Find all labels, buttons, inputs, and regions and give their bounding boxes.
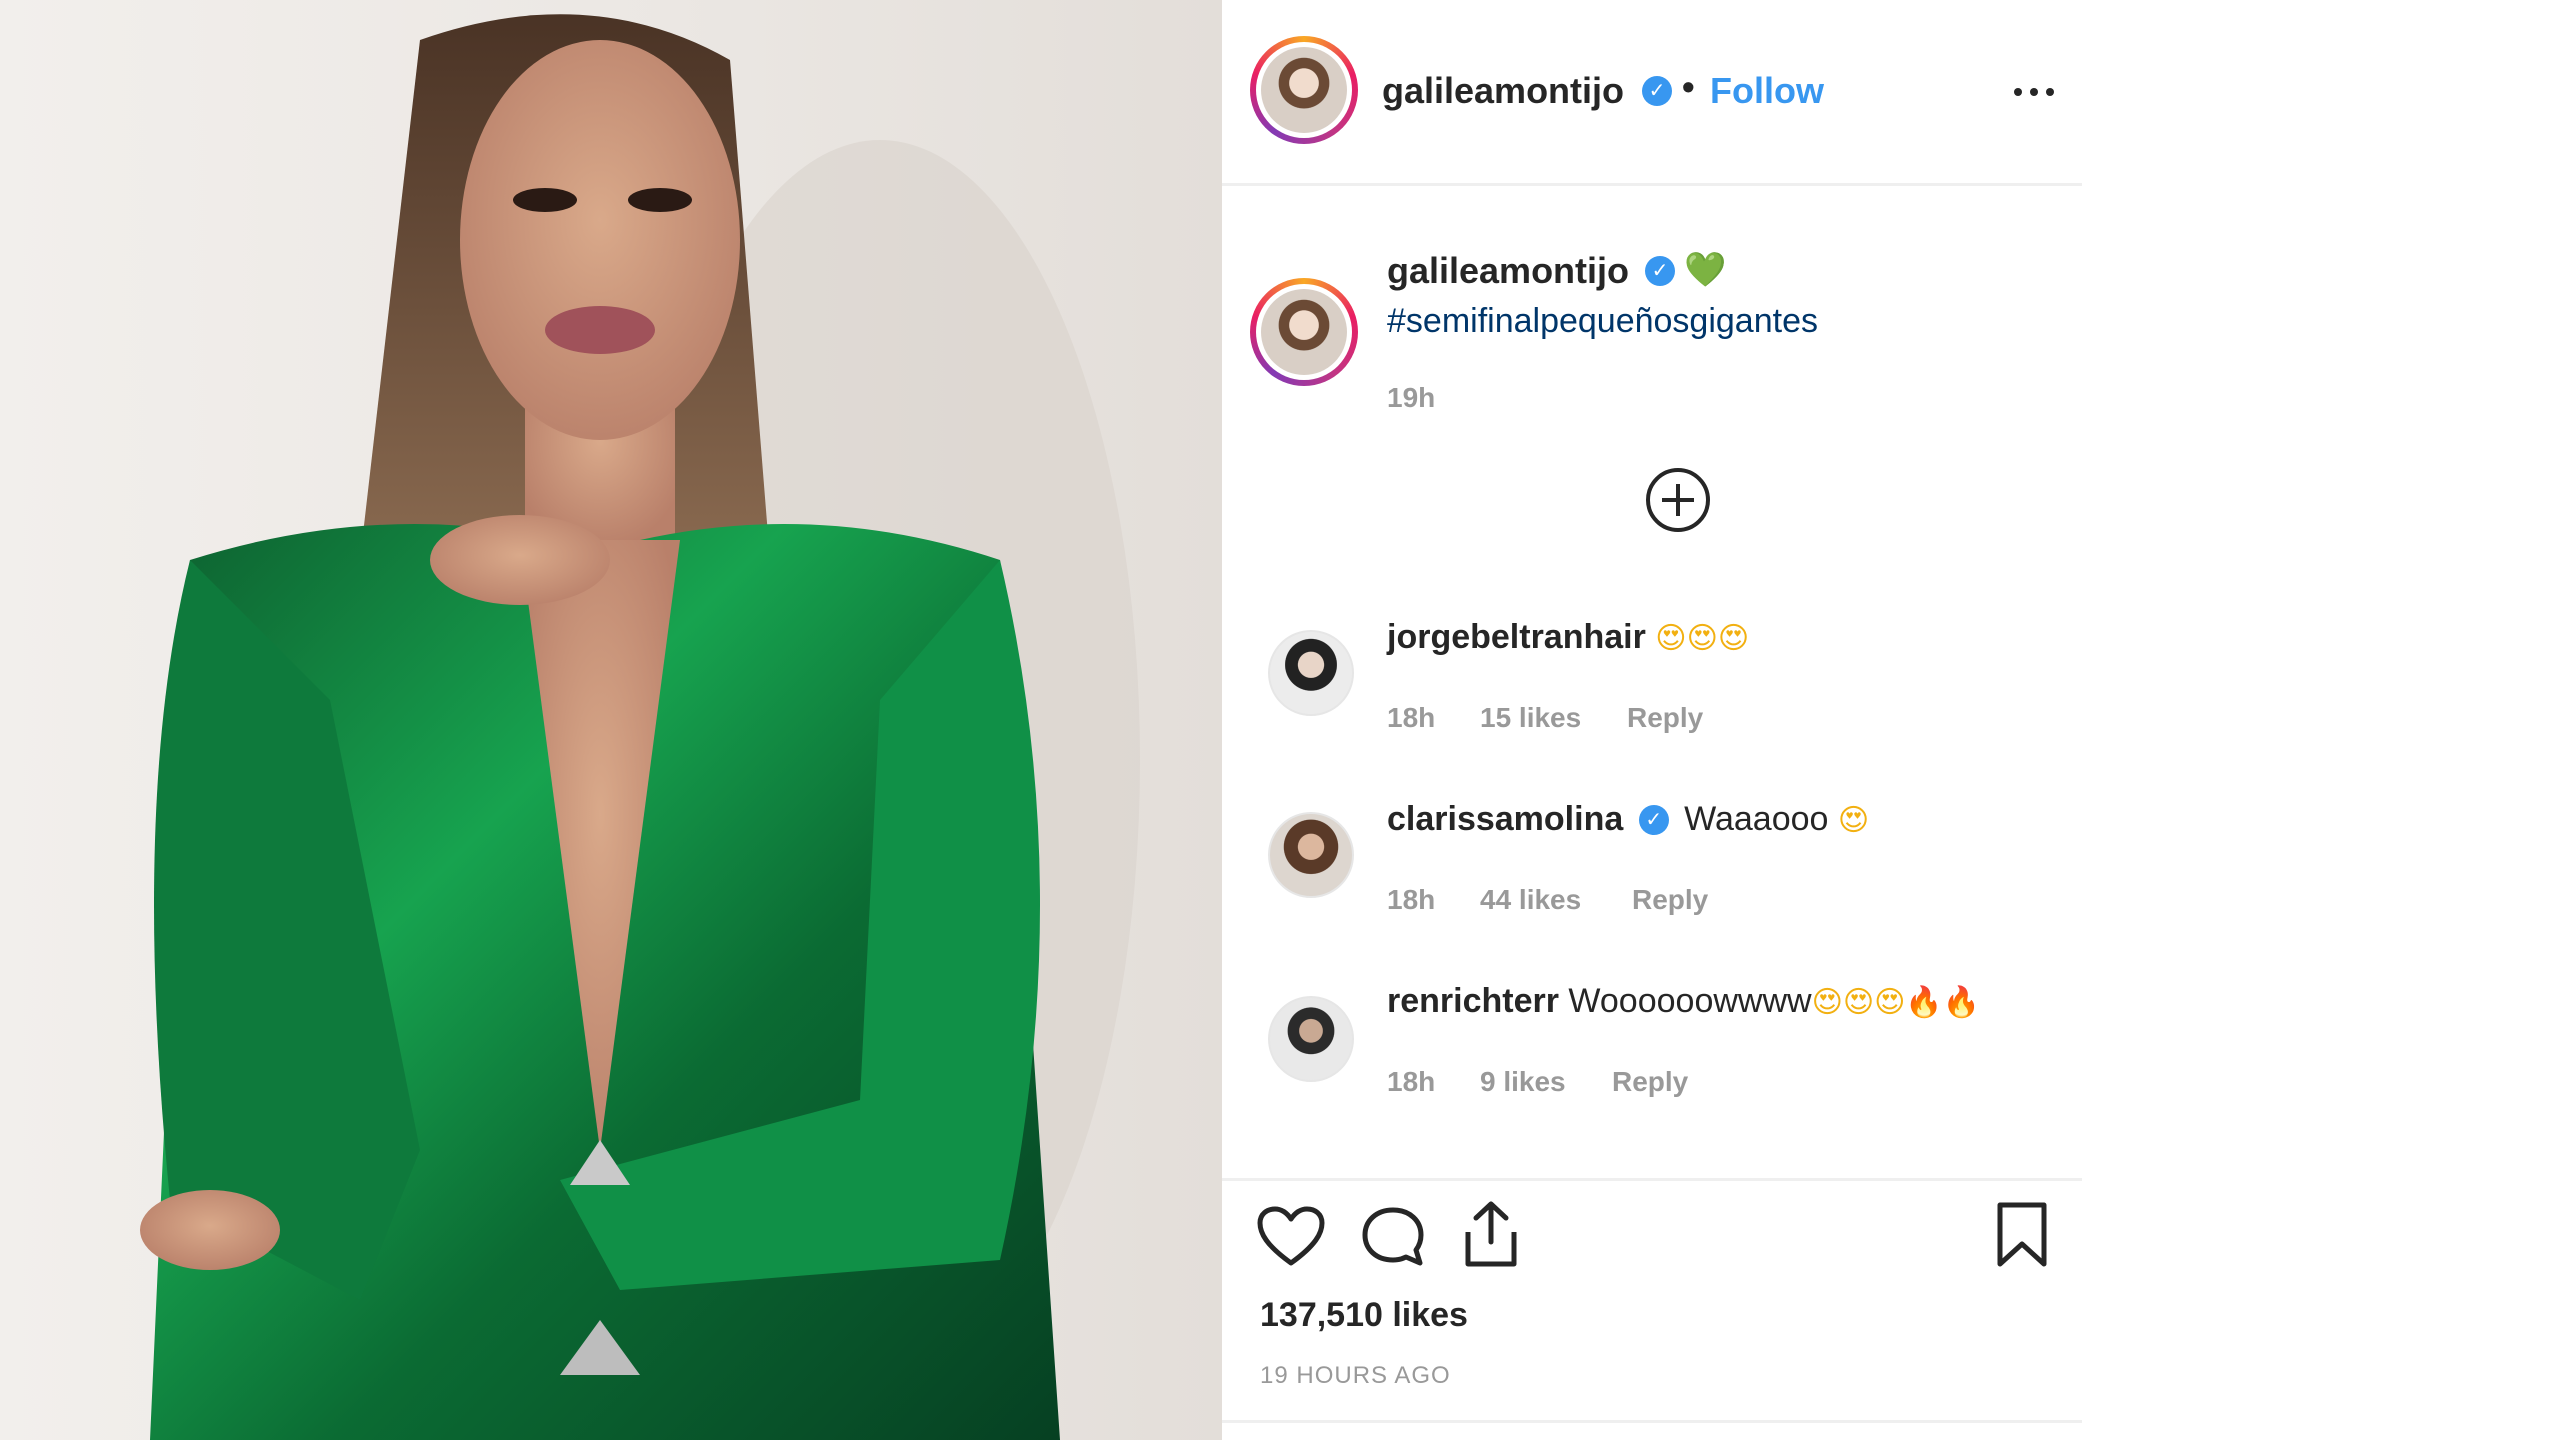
emoji: 😍😍😍: [1655, 621, 1750, 656]
fire-emoji: 🔥🔥: [1905, 985, 1981, 1020]
reply-button[interactable]: Reply: [1632, 884, 1708, 916]
likes-count[interactable]: 137,510 likes: [1260, 1296, 1468, 1335]
comment-likes[interactable]: 44 likes: [1480, 884, 1581, 916]
comment-body: Woooooowwww: [1568, 982, 1812, 1020]
comment-likes[interactable]: 9 likes: [1480, 1066, 1566, 1098]
divider: [1222, 1178, 2082, 1181]
comment-time: 18h: [1387, 884, 1436, 915]
commenter-avatar[interactable]: [1268, 630, 1354, 716]
comment-1-text: jorgebeltranhair 😍😍😍: [1387, 618, 1749, 657]
commenter-username[interactable]: clarissamolina: [1387, 800, 1623, 838]
comment-icon[interactable]: [1360, 1205, 1426, 1269]
separator: •: [1682, 66, 1695, 107]
comment-time: 18h: [1387, 702, 1436, 733]
author-avatar[interactable]: [1250, 36, 1358, 144]
commenter-avatar[interactable]: [1268, 996, 1354, 1082]
green-heart-emoji: 💚: [1684, 250, 1727, 290]
caption-username[interactable]: galileamontijo: [1387, 250, 1629, 292]
post-photo: [0, 0, 1222, 1440]
emoji: 😍: [1837, 803, 1870, 838]
post-panel: galileamontijo ✓ • Follow galileamontijo…: [1222, 0, 2082, 1440]
post-timestamp: 19 HOURS AGO: [1260, 1362, 1451, 1389]
share-icon[interactable]: [1458, 1198, 1524, 1270]
divider: [1222, 1420, 2082, 1423]
caption-hashtag[interactable]: #semifinalpequeñosgigantes: [1387, 302, 1818, 341]
comment-likes[interactable]: 15 likes: [1480, 702, 1581, 734]
verified-badge-icon: ✓: [1642, 76, 1672, 106]
reply-button[interactable]: Reply: [1627, 702, 1703, 734]
verified-badge-icon: ✓: [1645, 256, 1675, 286]
commenter-avatar[interactable]: [1268, 812, 1354, 898]
comment-3-text: renrichterr Woooooowwww😍😍😍🔥🔥: [1387, 982, 1980, 1021]
caption-avatar[interactable]: [1250, 278, 1358, 386]
post-photo-illustration: [140, 14, 1140, 1440]
comment-body: Waaaooo: [1684, 800, 1829, 838]
reply-button[interactable]: Reply: [1612, 1066, 1688, 1098]
verified-badge-icon: ✓: [1638, 805, 1669, 835]
plus-circle-icon[interactable]: [1646, 468, 1710, 532]
commenter-username[interactable]: jorgebeltranhair: [1387, 618, 1646, 656]
background: [2082, 0, 2560, 1440]
heart-icon[interactable]: [1256, 1205, 1326, 1269]
follow-button[interactable]: Follow: [1710, 70, 1824, 112]
bookmark-icon[interactable]: [1994, 1200, 2050, 1270]
emoji: 😍😍😍: [1811, 985, 1906, 1020]
comment-2-text: clarissamolina ✓ Waaaooo 😍: [1387, 800, 1869, 839]
commenter-username[interactable]: renrichterr: [1387, 982, 1559, 1020]
more-options-icon[interactable]: [2012, 70, 2056, 114]
comment-time: 18h: [1387, 1066, 1436, 1097]
author-username[interactable]: galileamontijo: [1382, 70, 1624, 112]
post-header: galileamontijo ✓ • Follow: [1222, 0, 2082, 186]
caption-time: 19h: [1387, 382, 1436, 413]
